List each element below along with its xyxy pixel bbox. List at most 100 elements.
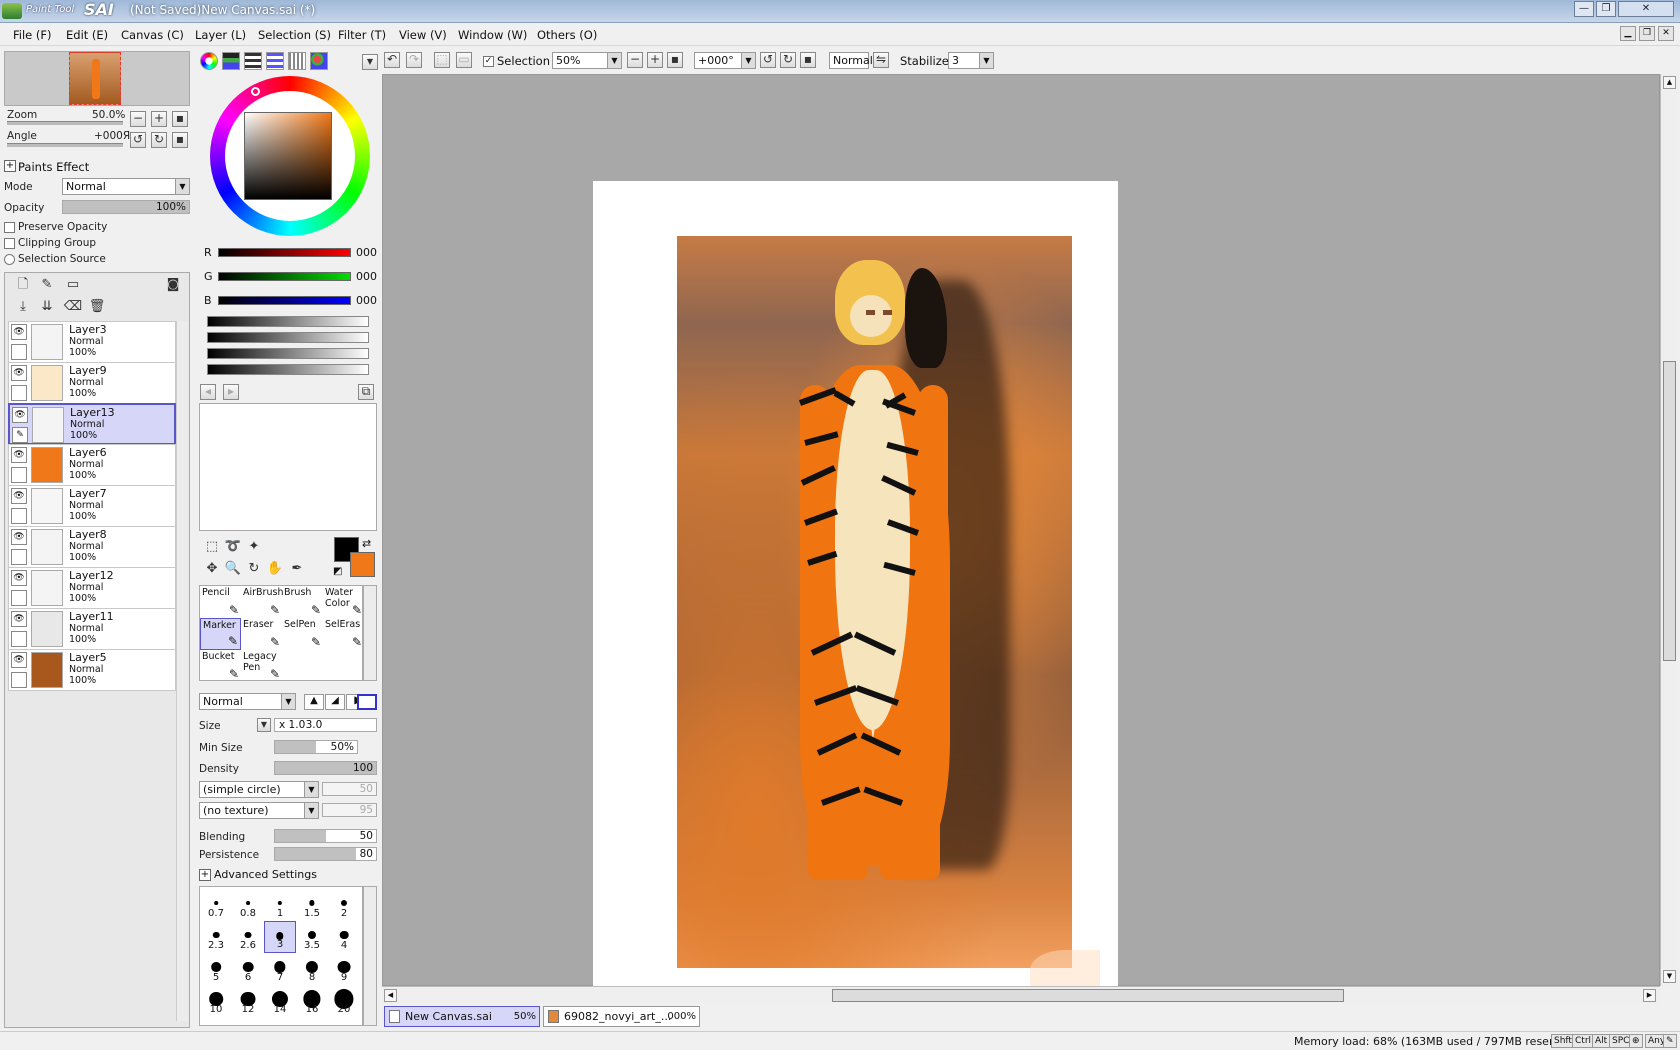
brush-icon[interactable]: ✎ (12, 427, 28, 443)
rotate-right-button[interactable]: ↻ (151, 132, 167, 148)
scroll-down-icon[interactable]: ▼ (1663, 970, 1676, 983)
eye-icon[interactable]: 👁 (11, 488, 27, 504)
stabilizer-select[interactable]: 3 ▼ (948, 52, 994, 69)
mdi-restore-button[interactable]: ❐ (1639, 26, 1655, 41)
gray-slider-1[interactable] (207, 316, 369, 327)
layer-row[interactable]: 👁 Layer8 Normal 100% (8, 526, 176, 568)
rgb-sliders-tab-icon[interactable] (222, 52, 240, 70)
swap-colors-icon[interactable]: ⇄ (362, 537, 371, 550)
preserve-opacity-checkbox[interactable] (4, 222, 15, 233)
flip-horizontal-icon[interactable]: ⇋ (873, 52, 889, 68)
canvas-horizontal-scrollbar[interactable]: ◀ ▶ (382, 986, 1660, 1004)
layer-row[interactable]: 👁 Layer5 Normal 100% (8, 649, 176, 691)
size-presets-scrollbar[interactable] (363, 886, 377, 1026)
layer-row[interactable]: 👁 Layer6 Normal 100% (8, 444, 176, 486)
layer-row[interactable]: 👁 Layer3 Normal 100% (8, 321, 176, 363)
eye-icon[interactable]: 👁 (11, 447, 27, 463)
eye-icon[interactable]: 👁 (11, 570, 27, 586)
layer-mode-select[interactable]: Normal ▼ (62, 178, 190, 195)
zoom-out-button[interactable]: − (130, 111, 146, 127)
brush-size-preset[interactable]: 1 (264, 889, 296, 921)
layer-row[interactable]: 👁 Layer11 Normal 100% (8, 608, 176, 650)
scroll-left-icon[interactable]: ◀ (384, 989, 397, 1002)
new-folder-icon[interactable]: ▭ (63, 275, 83, 295)
tool-bucket[interactable]: Bucket ✎ (200, 650, 241, 682)
zoom-in-button[interactable]: + (151, 111, 167, 127)
tool-seleras[interactable]: SelEras ✎ (323, 618, 364, 650)
layer-opacity-slider[interactable]: 100% (62, 200, 190, 214)
tool-brush[interactable]: Brush ✎ (282, 586, 323, 618)
canvas-zoom-reset-button[interactable]: ▪ (667, 52, 683, 68)
gray-sliders-tab-icon[interactable] (266, 52, 284, 70)
lock-checkbox[interactable] (11, 672, 27, 688)
swatches-tab-icon[interactable] (288, 52, 306, 70)
canvas-zoom-in-button[interactable]: + (647, 52, 663, 68)
lock-checkbox[interactable] (11, 467, 27, 483)
lock-checkbox[interactable] (11, 508, 27, 524)
tool-eraser[interactable]: Eraser ✎ (241, 618, 282, 650)
clear-layer-icon[interactable]: ⌫ (63, 297, 83, 317)
layer-row[interactable]: 👁 ✎ Layer13 Normal 100% (8, 403, 176, 445)
brush-size-preset[interactable]: 0.8 (232, 889, 264, 921)
doc-tab-novyi-art[interactable]: 69082_novyi_art_... 000% (543, 1006, 700, 1027)
canvas-rotate-right-button[interactable]: ↻ (780, 52, 796, 68)
layer-mask-icon[interactable]: ◙ (163, 275, 183, 295)
eye-icon[interactable]: 👁 (12, 407, 28, 423)
lock-checkbox[interactable] (11, 344, 27, 360)
menu-selection[interactable]: Selection (S) (258, 28, 331, 42)
color-wheel-tab-icon[interactable] (200, 52, 218, 70)
tool-water-color[interactable]: Water Color ✎ (323, 586, 364, 618)
gray-slider-3[interactable] (207, 348, 369, 359)
canvas-blend-select[interactable]: Normal (829, 52, 873, 69)
square-edge-icon[interactable] (357, 694, 377, 710)
menu-file[interactable]: File (F) (13, 28, 52, 42)
panel-menu-button[interactable]: ▼ (362, 54, 378, 70)
brush-size-preset[interactable]: 6 (232, 953, 264, 985)
tool-legacy-pen[interactable]: Legacy Pen ✎ (241, 650, 282, 682)
rect-select-icon[interactable]: ⬚ (202, 537, 222, 557)
hsv-sliders-tab-icon[interactable] (244, 52, 262, 70)
density-slider[interactable]: 100 (274, 761, 377, 775)
canvas-zoom-out-button[interactable]: − (627, 52, 643, 68)
brush-shape-select[interactable]: (simple circle) ▼ (199, 781, 319, 798)
invert-selection-icon[interactable]: ▭ (456, 52, 472, 68)
brush-grid-scrollbar[interactable] (363, 585, 377, 681)
lasso-icon[interactable]: ➰ (223, 537, 243, 557)
zoom-tool-icon[interactable]: 🔍 (223, 559, 243, 579)
brush-size-preset[interactable]: 0.7 (200, 889, 232, 921)
hand-icon[interactable]: ✋ (265, 559, 285, 579)
brush-size-preset[interactable]: 7 (264, 953, 296, 985)
eye-icon[interactable]: 👁 (11, 529, 27, 545)
undo-icon[interactable]: ↶ (384, 52, 400, 68)
gray-slider-2[interactable] (207, 332, 369, 343)
menu-others[interactable]: Others (O) (537, 28, 597, 42)
maximize-button[interactable]: ❐ (1596, 1, 1616, 17)
saturation-value-square[interactable] (244, 112, 332, 200)
menu-layer[interactable]: Layer (L) (195, 28, 246, 42)
horizontal-scroll-thumb[interactable] (832, 989, 1344, 1002)
new-layer-icon[interactable]: 🗋 (13, 275, 33, 295)
tool-airbrush[interactable]: AirBrush ✎ (241, 586, 283, 618)
menu-view[interactable]: View (V) (399, 28, 447, 42)
merge-down-icon[interactable]: ⇊ (37, 297, 57, 317)
min-size-slider[interactable]: 50% (274, 740, 358, 754)
scroll-up-icon[interactable]: ▲ (1663, 76, 1676, 89)
gray-slider-4[interactable] (207, 364, 369, 375)
layer-row[interactable]: 👁 Layer12 Normal 100% (8, 567, 176, 609)
scratchpad-tab-icon[interactable] (310, 52, 328, 70)
size-multiplier-dropdown[interactable]: ▼ (257, 718, 271, 732)
transfer-down-icon[interactable]: ⤓ (13, 297, 33, 317)
eye-icon[interactable]: 👁 (11, 365, 27, 381)
delete-layer-icon[interactable]: 🗑 (87, 297, 107, 317)
persistence-slider[interactable]: 80 (274, 847, 377, 861)
minimize-button[interactable]: — (1574, 1, 1594, 17)
scratchpad[interactable] (199, 403, 377, 531)
brush-size-preset[interactable]: 3 (264, 921, 296, 953)
vertical-scroll-thumb[interactable] (1663, 361, 1676, 661)
layers-scrollbar[interactable] (176, 321, 188, 1021)
tool-marker[interactable]: Marker ✎ (200, 618, 241, 650)
lock-checkbox[interactable] (11, 385, 27, 401)
navigator-thumbnail[interactable] (69, 52, 121, 105)
eye-icon[interactable]: 👁 (11, 324, 27, 340)
scratch-clear-icon[interactable]: ⧉ (358, 384, 374, 400)
